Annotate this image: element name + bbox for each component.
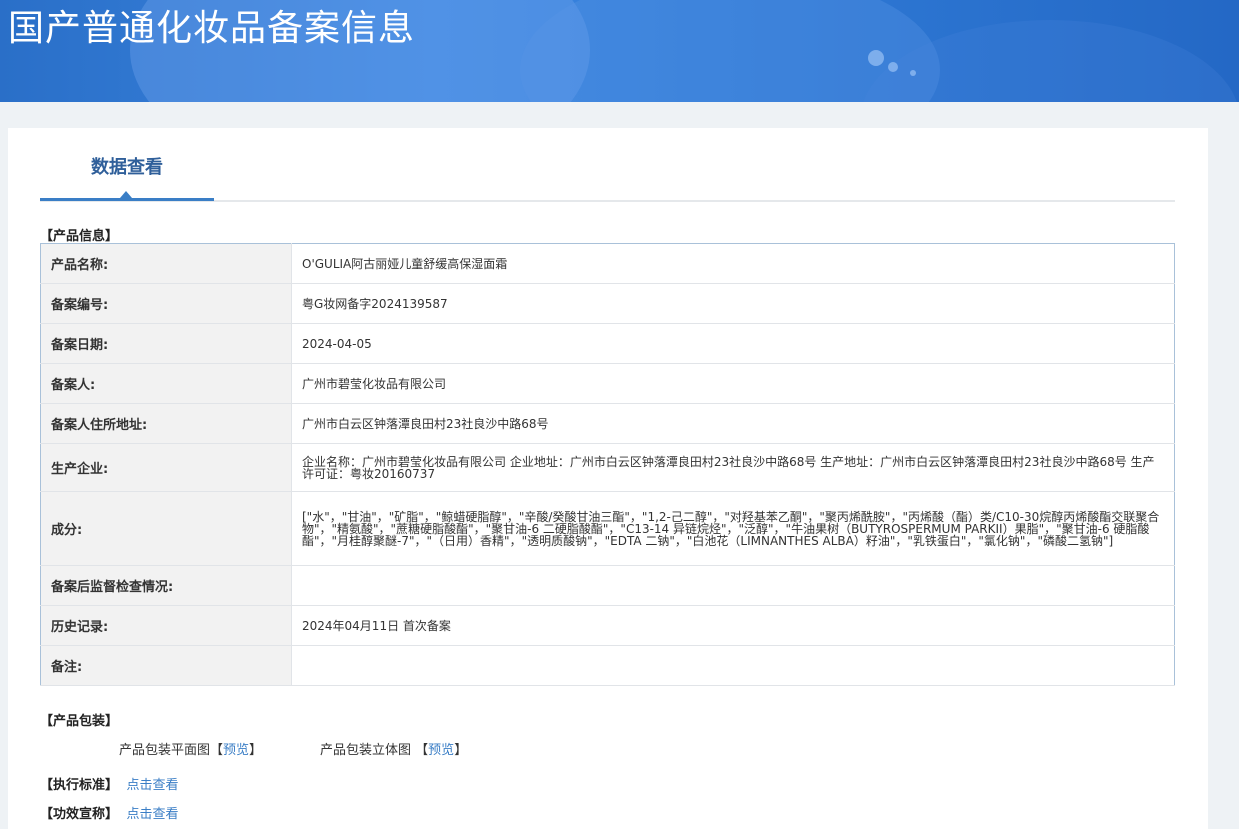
bracket: 【 — [415, 743, 429, 758]
packaging-solid-preview-link[interactable]: 预览 — [428, 743, 454, 758]
row-label: 成分: — [40, 491, 292, 566]
packaging-flat-label: 产品包装平面图 — [119, 743, 211, 758]
table-row: 备注: — [40, 645, 1175, 686]
row-value: ["水"，"甘油"，"矿脂"，"鲸蜡硬脂醇"，"辛酸/癸酸甘油三酯"，"1,2-… — [291, 491, 1175, 566]
content-panel: 数据查看 【产品信息】 产品名称: O'GULIA阿古丽娅儿童舒缓高保湿面霜 备案编… — [8, 128, 1208, 829]
banner-dot — [888, 62, 898, 72]
packaging-flat-preview-link[interactable]: 预览 — [223, 743, 249, 758]
table-row: 历史记录: 2024年04月11日 首次备案 — [40, 605, 1175, 646]
section-product-info: 【产品信息】 — [40, 229, 119, 244]
row-label: 备案人住所地址: — [40, 403, 292, 444]
section-standard: 【执行标准】 点击查看 — [40, 774, 179, 793]
table-row: 备案人: 广州市碧莹化妆品有限公司 — [40, 363, 1175, 404]
row-label: 产品名称: — [40, 243, 292, 284]
row-label: 备注: — [40, 645, 292, 686]
tab-caret-icon — [120, 191, 132, 198]
efficacy-view-link[interactable]: 点击查看 — [127, 807, 179, 822]
row-value: 粤G妆网备字2024139587 — [291, 283, 1175, 324]
product-info-table: 产品名称: O'GULIA阿古丽娅儿童舒缓高保湿面霜 备案编号: 粤G妆网备字2024… — [40, 243, 1175, 686]
table-row: 备案人住所地址: 广州市白云区钟落潭良田村23社良沙中路68号 — [40, 403, 1175, 444]
table-row: 成分: ["水"，"甘油"，"矿脂"，"鲸蜡硬脂醇"，"辛酸/癸酸甘油三酯"，"1… — [40, 491, 1175, 566]
row-label: 备案编号: — [40, 283, 292, 324]
table-row: 备案编号: 粤G妆网备字2024139587 — [40, 283, 1175, 324]
banner-dot — [868, 50, 884, 66]
row-value: 2024年04月11日 首次备案 — [291, 605, 1175, 646]
row-label: 备案日期: — [40, 323, 292, 364]
section-efficacy-label: 【功效宣称】 — [40, 807, 119, 822]
tab-label: 数据查看 — [91, 157, 163, 178]
packaging-solid-label: 产品包装立体图 — [320, 743, 412, 758]
table-row: 备案日期: 2024-04-05 — [40, 323, 1175, 364]
packaging-flat: 产品包装平面图【预览】 — [119, 739, 262, 758]
header-banner: 国产普通化妆品备案信息 — [0, 0, 1239, 102]
section-efficacy: 【功效宣称】 点击查看 — [40, 803, 179, 822]
bracket: 【 — [210, 743, 224, 758]
bracket: 】 — [454, 743, 468, 758]
row-value — [291, 565, 1175, 606]
row-value: 广州市白云区钟落潭良田村23社良沙中路68号 — [291, 403, 1175, 444]
row-value: O'GULIA阿古丽娅儿童舒缓高保湿面霜 — [291, 243, 1175, 284]
bracket: 】 — [249, 743, 263, 758]
standard-view-link[interactable]: 点击查看 — [127, 778, 179, 793]
row-label: 备案后监督检查情况: — [40, 565, 292, 606]
tab-bar: 数据查看 — [40, 128, 1175, 202]
row-value: 企业名称：广州市碧莹化妆品有限公司 企业地址：广州市白云区钟落潭良田村23社良沙… — [291, 443, 1175, 492]
banner-dot — [910, 70, 916, 76]
table-row: 生产企业: 企业名称：广州市碧莹化妆品有限公司 企业地址：广州市白云区钟落潭良田村… — [40, 443, 1175, 492]
row-value: 2024-04-05 — [291, 323, 1175, 364]
page-title: 国产普通化妆品备案信息 — [8, 8, 416, 49]
row-label: 备案人: — [40, 363, 292, 404]
section-packaging: 【产品包装】 — [40, 714, 119, 729]
packaging-solid: 产品包装立体图 【预览】 — [320, 739, 467, 758]
row-label: 历史记录: — [40, 605, 292, 646]
row-value: 广州市碧莹化妆品有限公司 — [291, 363, 1175, 404]
row-value — [291, 645, 1175, 686]
tab-data-view[interactable]: 数据查看 — [40, 128, 214, 201]
table-row: 产品名称: O'GULIA阿古丽娅儿童舒缓高保湿面霜 — [40, 243, 1175, 284]
table-row: 备案后监督检查情况: — [40, 565, 1175, 606]
section-standard-label: 【执行标准】 — [40, 778, 119, 793]
row-label: 生产企业: — [40, 443, 292, 492]
